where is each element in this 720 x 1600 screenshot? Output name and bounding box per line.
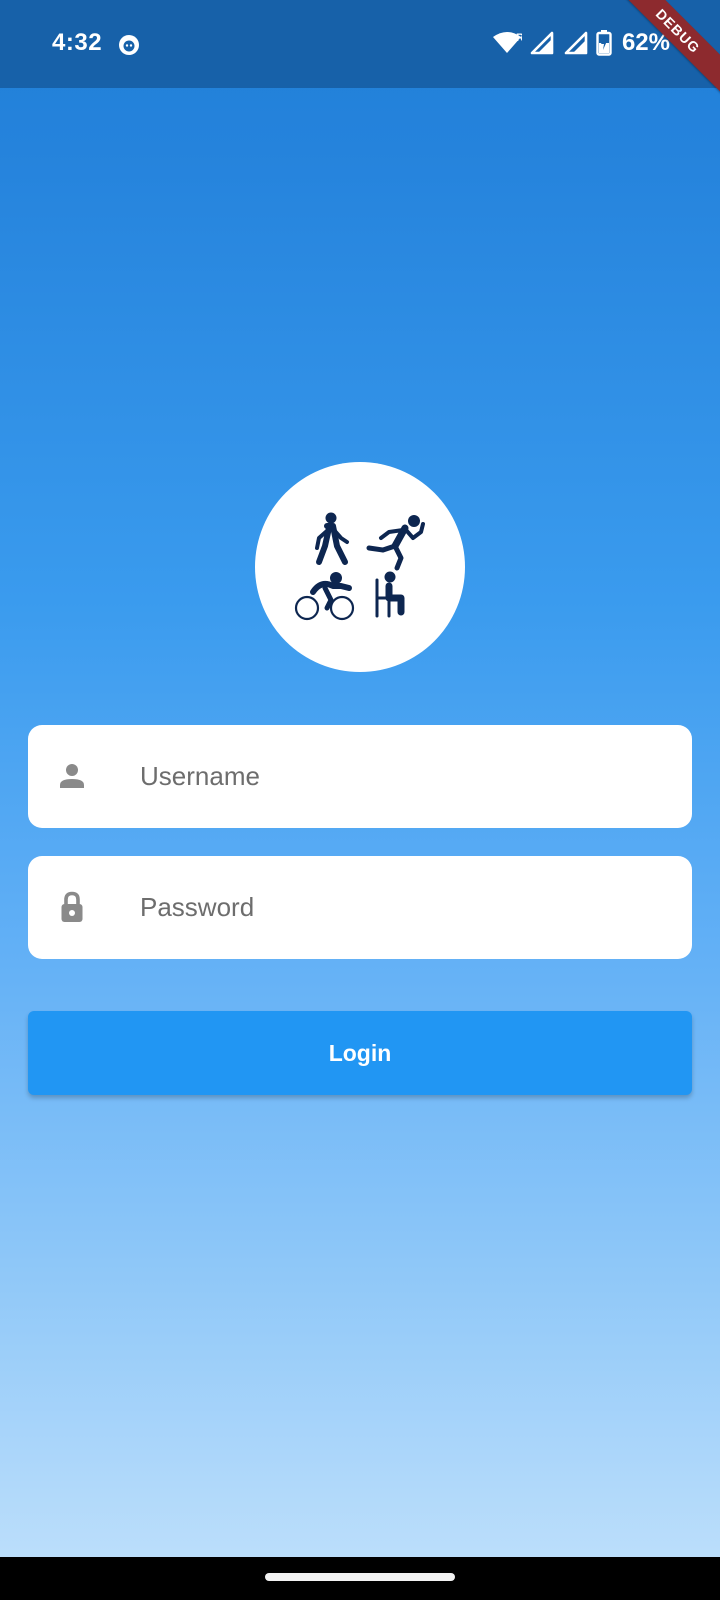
wifi-icon: R [492, 32, 522, 53]
username-field[interactable] [28, 725, 692, 828]
status-time: 4:32 [52, 29, 103, 56]
network-badge: R [516, 32, 522, 44]
app-logo [255, 462, 465, 672]
sitting-icon [375, 571, 405, 618]
battery-charging-icon [596, 30, 612, 56]
lock-icon [61, 891, 83, 922]
login-screen: 4:32 R 62% DEBUG Username Login [0, 0, 720, 1557]
app-notification-icon [119, 35, 139, 55]
walking-icon [315, 512, 349, 565]
signal-icon-2 [564, 31, 588, 55]
password-field[interactable] [28, 856, 692, 959]
cycling-icon [294, 572, 355, 621]
home-indicator[interactable] [265, 1573, 455, 1581]
signal-icon [530, 31, 554, 55]
status-bar: 4:32 R 62% DEBUG [0, 0, 720, 111]
running-icon [366, 515, 425, 571]
person-icon [60, 764, 84, 788]
status-icons: R 62% [492, 28, 670, 58]
navigation-bar [0, 1557, 720, 1600]
password-input[interactable] [112, 856, 672, 959]
login-button[interactable]: Login [28, 1011, 692, 1095]
username-input[interactable] [112, 725, 672, 828]
